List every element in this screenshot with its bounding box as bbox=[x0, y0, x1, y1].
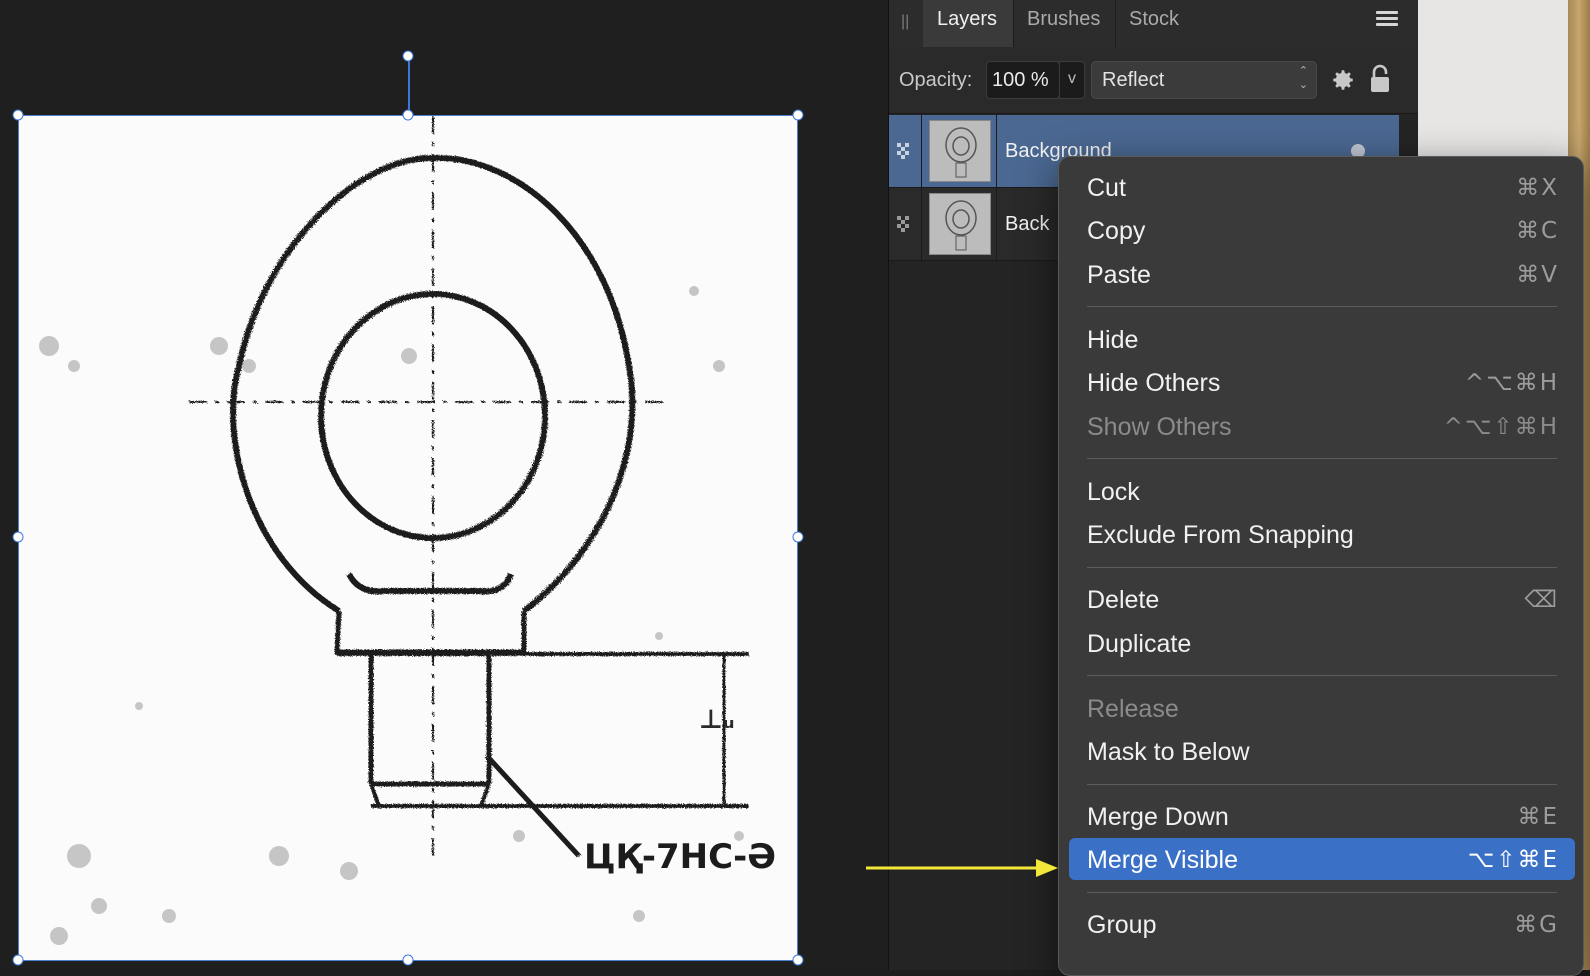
eyebolt-drawing: ЦҚ-7НС-Ә ⊥ᵤ bbox=[39, 116, 776, 945]
drawing-label: ЦҚ-7НС-Ә bbox=[584, 837, 776, 877]
tab-layers[interactable]: Layers bbox=[923, 0, 1013, 47]
handle-top-left[interactable] bbox=[12, 109, 24, 121]
drawing-lines bbox=[189, 116, 749, 858]
menu-item-hide[interactable]: Hide bbox=[1069, 318, 1575, 360]
annotation-arrow-icon bbox=[866, 859, 1058, 877]
opacity-dropdown-button[interactable]: v bbox=[1059, 61, 1085, 99]
menu-item-mask-to-below[interactable]: Mask to Below bbox=[1069, 730, 1575, 772]
menu-item-delete[interactable]: Delete ⌫ bbox=[1069, 578, 1575, 620]
selected-image[interactable]: ЦҚ-7НС-Ә ⊥ᵤ bbox=[18, 115, 798, 961]
menu-item-lock[interactable]: Lock bbox=[1069, 470, 1575, 512]
svg-text:⊥ᵤ: ⊥ᵤ bbox=[699, 705, 735, 735]
transparency-icon bbox=[889, 115, 922, 187]
menu-item-paste[interactable]: Paste ⌘V bbox=[1069, 253, 1575, 295]
tab-stock[interactable]: Stock bbox=[1115, 0, 1199, 47]
menu-item-hide-others[interactable]: Hide Others ^⌥⌘H bbox=[1069, 361, 1575, 403]
tab-brushes[interactable]: Brushes bbox=[1013, 0, 1115, 47]
menu-item-release: Release bbox=[1087, 695, 1179, 723]
menu-item-show-others: Show Others ^⌥⇧⌘H bbox=[1087, 413, 1559, 441]
blend-mode-select[interactable]: Reflect ⌃ ⌄ bbox=[1091, 61, 1317, 99]
gear-icon[interactable] bbox=[1330, 67, 1356, 93]
panel-tabbar: || Layers Brushes Stock bbox=[889, 0, 1419, 48]
panel-menu-icon[interactable] bbox=[1376, 8, 1398, 32]
layer-thumbnail bbox=[929, 193, 991, 255]
canvas-area[interactable]: ЦҚ-7НС-Ә ⊥ᵤ bbox=[0, 0, 888, 970]
panel-grip-icon[interactable]: || bbox=[901, 13, 911, 33]
handle-bottom-center[interactable] bbox=[402, 954, 414, 966]
menu-item-duplicate[interactable]: Duplicate bbox=[1069, 622, 1575, 664]
handle-middle-right[interactable] bbox=[792, 531, 804, 543]
layer-options-bar: Opacity: 100 % v Reflect ⌃ ⌄ bbox=[889, 47, 1419, 114]
handle-bottom-left[interactable] bbox=[12, 954, 24, 966]
opacity-label: Opacity: bbox=[899, 69, 973, 91]
rotation-handle-line bbox=[408, 56, 410, 116]
menu-item-group[interactable]: Group ⌘G bbox=[1069, 903, 1575, 945]
layer-thumbnail bbox=[929, 120, 991, 182]
handle-middle-left[interactable] bbox=[12, 531, 24, 543]
handle-bottom-right[interactable] bbox=[792, 954, 804, 966]
menu-item-exclude-from-snapping[interactable]: Exclude From Snapping bbox=[1069, 513, 1575, 555]
menu-item-cut[interactable]: Cut ⌘X bbox=[1069, 166, 1575, 208]
menu-item-copy[interactable]: Copy ⌘C bbox=[1069, 209, 1575, 251]
handle-top-right[interactable] bbox=[792, 109, 804, 121]
handle-top-center[interactable] bbox=[402, 109, 414, 121]
menu-item-merge-visible[interactable]: Merge Visible ⌥⇧⌘E bbox=[1069, 838, 1575, 880]
layer-name: Back bbox=[1005, 213, 1050, 235]
transparency-icon bbox=[889, 188, 922, 260]
rotation-handle[interactable] bbox=[402, 50, 414, 62]
select-arrows-icon: ⌃ ⌄ bbox=[1298, 65, 1308, 91]
context-menu: Cut ⌘X Copy ⌘C Paste ⌘V Hide Hide Others ^⌥⌘… bbox=[1058, 156, 1584, 976]
blend-mode-value: Reflect bbox=[1102, 69, 1165, 91]
menu-item-merge-down[interactable]: Merge Down ⌘E bbox=[1069, 795, 1575, 837]
opacity-input[interactable]: 100 % bbox=[986, 61, 1060, 99]
delete-backspace-icon: ⌫ bbox=[1524, 587, 1559, 613]
lock-icon[interactable] bbox=[1369, 64, 1391, 94]
